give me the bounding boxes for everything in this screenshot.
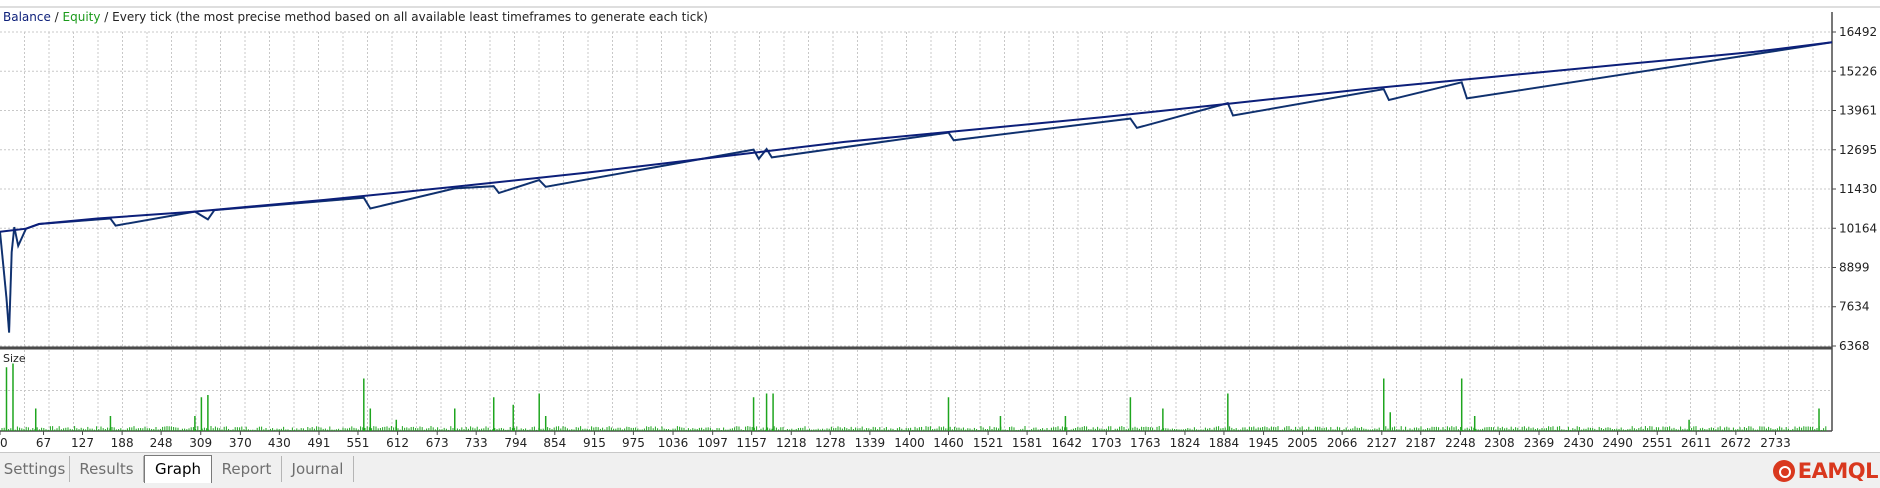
x-tick-label: 67 [36, 436, 51, 450]
balance-equity-chart: 16492 15226 13961 12695 11430 10164 8899 7634 63… [0, 0, 1880, 452]
x-tick-label: 1884 [1209, 436, 1240, 450]
x-tick-label: 612 [386, 436, 409, 450]
x-tick-label: 2369 [1524, 436, 1555, 450]
x-tick-label: 2127 [1367, 436, 1398, 450]
x-tick-label: 1521 [973, 436, 1004, 450]
x-tick-label: 1278 [815, 436, 846, 450]
x-tick-label: 915 [583, 436, 606, 450]
x-tick-label: 1703 [1091, 436, 1122, 450]
tab-graph[interactable]: Graph [144, 455, 212, 483]
x-tick-label: 1763 [1130, 436, 1161, 450]
x-tick-label: 2005 [1287, 436, 1318, 450]
x-tick-label: 1157 [736, 436, 767, 450]
logo-text: EAMQL [1797, 459, 1879, 483]
x-tick-label: 1097 [697, 436, 728, 450]
x-tick-label: 1945 [1248, 436, 1279, 450]
x-tick-label: 491 [308, 436, 331, 450]
title-separator: / [51, 10, 63, 24]
strategy-tester-window: 16492 15226 13961 12695 11430 10164 8899 7634 63… [0, 0, 1880, 488]
x-tick-label: 1339 [855, 436, 886, 450]
y-tick-label: 12695 [1839, 143, 1877, 157]
x-tick-label: 2611 [1681, 436, 1712, 450]
x-tick-label: 2551 [1642, 436, 1673, 450]
x-tick-label: 2308 [1484, 436, 1515, 450]
eamql-logo: EAMQL [1772, 459, 1879, 483]
x-tick-label: 1400 [894, 436, 925, 450]
x-tick-label: 2490 [1602, 436, 1633, 450]
x-tick-label: 2248 [1445, 436, 1476, 450]
x-tick-label: 2672 [1721, 436, 1752, 450]
y-tick-label: 8899 [1839, 261, 1870, 275]
x-tick-label: 188 [111, 436, 134, 450]
x-tick-label: 1824 [1170, 436, 1201, 450]
x-tick-label: 370 [229, 436, 252, 450]
x-tick-label: 0 [0, 436, 8, 450]
y-tick-label: 10164 [1839, 221, 1877, 235]
x-tick-label: 1218 [776, 436, 807, 450]
x-tick-label: 430 [268, 436, 291, 450]
size-label: Size [3, 352, 26, 365]
x-tick-label: 1642 [1051, 436, 1082, 450]
tab-journal[interactable]: Journal [282, 456, 354, 482]
x-tick-label: 127 [71, 436, 94, 450]
x-tick-label: 975 [622, 436, 645, 450]
x-tick-label: 2187 [1406, 436, 1437, 450]
x-tick-label: 2430 [1563, 436, 1594, 450]
x-tick-label: 1036 [658, 436, 689, 450]
legend-equity: Equity [63, 10, 101, 24]
x-tick-label: 309 [189, 436, 212, 450]
y-tick-label: 6368 [1839, 339, 1870, 353]
tab-settings[interactable]: Settings [0, 456, 70, 482]
chart-title: Balance / Equity / Every tick (the most … [3, 10, 708, 24]
x-tick-label: 248 [150, 436, 173, 450]
x-tick-label: 2733 [1760, 436, 1791, 450]
y-tick-label: 15226 [1839, 64, 1877, 78]
x-tick-label: 1460 [933, 436, 964, 450]
x-tick-label: 854 [543, 436, 566, 450]
x-tick-label: 1581 [1012, 436, 1043, 450]
y-tick-label: 11430 [1839, 182, 1877, 196]
x-tick-label: 794 [504, 436, 527, 450]
x-tick-label: 551 [347, 436, 370, 450]
legend-balance: Balance [3, 10, 51, 24]
eamql-logo-icon [1772, 460, 1795, 482]
y-tick-label: 7634 [1839, 300, 1870, 314]
tester-tab-bar: Settings Results Graph Report Journal EA… [0, 452, 1880, 488]
y-tick-label: 16492 [1839, 25, 1877, 39]
x-tick-label: 673 [426, 436, 449, 450]
y-tick-label: 13961 [1839, 104, 1877, 118]
x-tick-label: 2066 [1327, 436, 1358, 450]
title-mode-text: / Every tick (the most precise method ba… [100, 10, 707, 24]
tab-results[interactable]: Results [70, 456, 144, 482]
x-tick-label: 733 [465, 436, 488, 450]
tab-report[interactable]: Report [212, 456, 282, 482]
